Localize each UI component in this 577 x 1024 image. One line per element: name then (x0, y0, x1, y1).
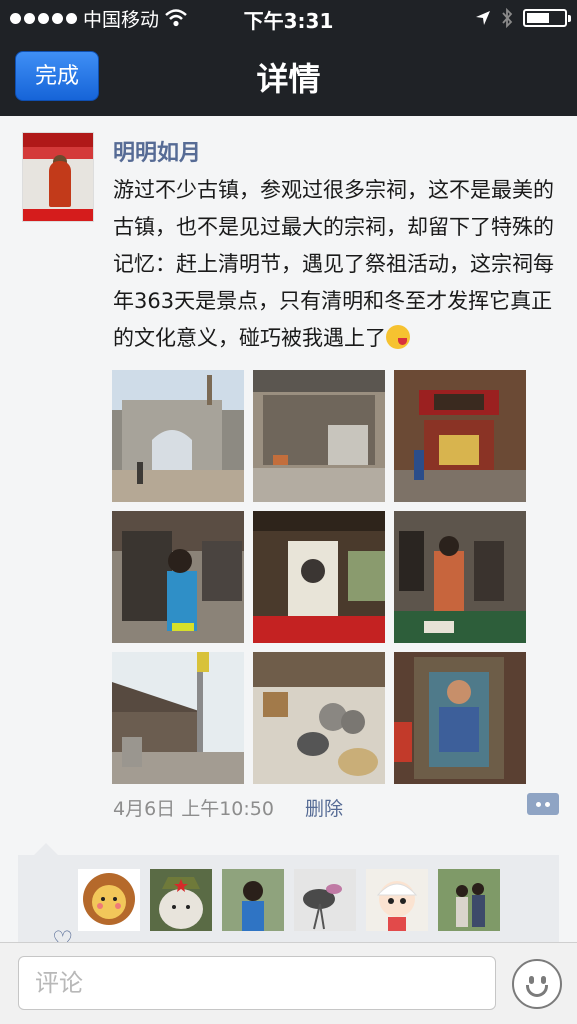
doll-avatar (366, 869, 428, 931)
photo-thumbnail[interactable] (394, 370, 526, 502)
comment-input[interactable]: 评论 (18, 956, 496, 1010)
photo-thumbnail[interactable] (394, 511, 526, 643)
photo-thumbnail[interactable] (253, 511, 385, 643)
ancestor-portrait-photo (253, 511, 385, 643)
liker-avatar[interactable] (78, 869, 140, 931)
delete-button[interactable]: 删除 (305, 794, 343, 821)
emoji-button[interactable] (512, 959, 562, 1009)
photo-thumbnail[interactable] (112, 652, 244, 784)
ancestral-hall-altar-photo (394, 370, 526, 502)
liker-avatar[interactable] (438, 869, 500, 931)
child-in-costume-photo (112, 511, 244, 643)
girl-portrait-avatar (222, 869, 284, 931)
photo-thumbnail[interactable] (112, 511, 244, 643)
comment-bar: 评论 (0, 942, 577, 1024)
post-timestamp: 4月6日 上午10:50 (113, 798, 274, 820)
photo-thumbnail[interactable] (112, 370, 244, 502)
photo-thumbnail[interactable] (394, 652, 526, 784)
comment-icon[interactable] (527, 793, 559, 815)
location-arrow-icon (476, 11, 490, 25)
battery-level-fill (527, 13, 549, 23)
post-text-body: 游过不少古镇，参观过很多宗祠，这不是最美的古镇，也不是见过最大的宗祠，却留下了特… (113, 178, 554, 350)
liker-avatar[interactable] (366, 869, 428, 931)
plush-toy-avatar (150, 869, 212, 931)
status-bar: 中国移动 下午3:31 (0, 0, 577, 36)
winking-tongue-out-emoji-icon (386, 325, 410, 349)
username[interactable]: 明明如月 (113, 135, 201, 167)
post-detail: 明明如月 游过不少古镇，参观过很多宗祠，这不是最美的古镇，也不是见过最大的宗祠，… (0, 116, 577, 952)
photo-thumbnail[interactable] (253, 370, 385, 502)
door-god-painting-photo (394, 652, 526, 784)
navigation-bar: 完成 详情 (0, 36, 577, 116)
couple-photo-avatar (438, 869, 500, 931)
page-title: 详情 (256, 60, 321, 98)
liker-avatar[interactable] (294, 869, 356, 931)
liker-avatar[interactable] (222, 869, 284, 931)
status-bar-right (475, 6, 571, 30)
offering-bowls-photo (253, 652, 385, 784)
old-street-photo (112, 652, 244, 784)
bluetooth-icon (502, 8, 513, 28)
ancestral-hall-courtyard-photo (253, 370, 385, 502)
musicians-photo (394, 511, 526, 643)
post-text: 游过不少古镇，参观过很多宗祠，这不是最美的古镇，也不是见过最大的宗祠，却留下了特… (113, 172, 565, 357)
liker-avatar[interactable] (150, 869, 212, 931)
user-avatar[interactable] (22, 132, 94, 222)
likes-pointer (34, 843, 58, 855)
emoji-face-icon (529, 976, 534, 984)
lion-cartoon-avatar (78, 869, 140, 931)
photo-thumbnail[interactable] (253, 652, 385, 784)
likes-section: ♡ (18, 855, 559, 952)
battery-icon (523, 9, 571, 27)
ink-painting-avatar (294, 869, 356, 931)
photo-grid (112, 370, 527, 784)
stone-gate-photo (112, 370, 244, 502)
